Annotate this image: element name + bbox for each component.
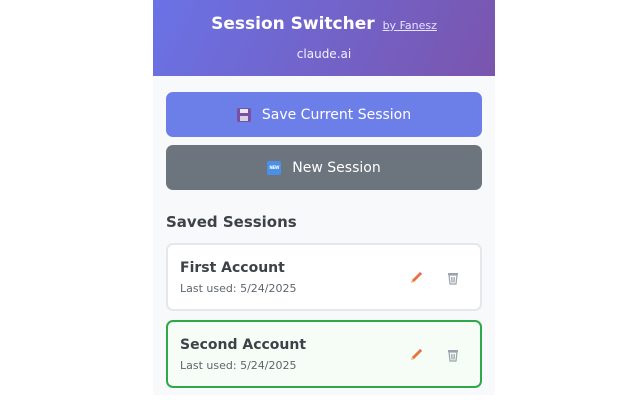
session-card-second-account[interactable]: Second Account Last used: 5/24/2025	[166, 320, 482, 388]
save-button-label: Save Current Session	[261, 106, 412, 123]
title-row: Session Switcher by Fanesz	[153, 12, 495, 38]
session-actions	[408, 347, 460, 362]
delete-trash-icon[interactable]	[445, 270, 460, 285]
save-current-session-button[interactable]: Save Current Session	[166, 92, 482, 137]
app-title: Session Switcher	[211, 14, 375, 34]
new-session-button-label: New Session	[292, 159, 381, 176]
new-session-button[interactable]: NEW New Session	[166, 145, 482, 190]
popup-header: Session Switcher by Fanesz claude.ai	[153, 0, 495, 76]
edit-pencil-icon[interactable]	[408, 270, 423, 285]
floppy-disk-icon	[236, 107, 251, 122]
delete-trash-icon[interactable]	[445, 347, 460, 362]
current-domain: claude.ai	[296, 47, 352, 61]
new-badge-text: NEW	[267, 160, 282, 175]
edit-pencil-icon[interactable]	[408, 347, 423, 362]
new-badge-icon: NEW	[267, 160, 282, 175]
saved-sessions-heading: Saved Sessions	[166, 213, 297, 231]
author-link[interactable]: by Fanesz	[383, 19, 437, 32]
popup-content: Save Current Session NEW New Session Sav…	[153, 76, 495, 388]
session-card-first-account[interactable]: First Account Last used: 5/24/2025	[166, 243, 482, 311]
session-actions	[408, 270, 460, 285]
session-switcher-popup: Session Switcher by Fanesz claude.ai Sav…	[153, 0, 495, 395]
